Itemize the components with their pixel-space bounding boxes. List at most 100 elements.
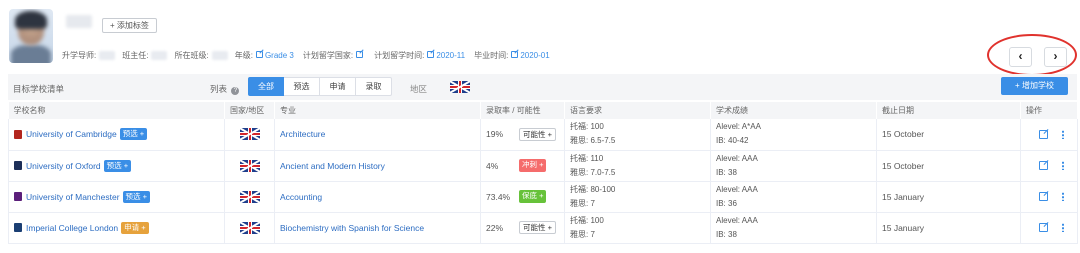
deadline-cell: 15 January bbox=[876, 181, 1021, 213]
chance-badge[interactable]: 可能性 + bbox=[519, 221, 556, 234]
table-row: University of Cambridge 预选 + Architectur… bbox=[8, 119, 1078, 151]
student-name-blurred bbox=[66, 15, 92, 28]
target-school-panel: 目标学校清单 列表 ? 全部 预选 申请 录取 地区 + 增加学校 学校名称 国… bbox=[8, 74, 1078, 246]
toefl-req: 托福: 80-100 bbox=[570, 184, 616, 194]
ib-req: IB: 40-42 bbox=[716, 136, 749, 146]
col-major: 专业 bbox=[274, 102, 481, 119]
admission-rate: 19% bbox=[486, 129, 504, 140]
next-student-button[interactable]: › bbox=[1044, 47, 1067, 67]
country-value[interactable] bbox=[356, 50, 365, 60]
study-time-label: 计划留学时间: bbox=[374, 50, 425, 60]
deadline: 15 January bbox=[882, 191, 925, 202]
school-crest-icon bbox=[14, 223, 22, 232]
student-profile-header: + 添加标签 升学导师: 班主任: 所在班级: 年级: Grade 3 计划留学… bbox=[0, 0, 1080, 76]
class-label: 所在班级: bbox=[174, 50, 209, 60]
major-link[interactable]: Ancient and Modern History bbox=[280, 161, 385, 171]
school-crest-icon bbox=[14, 192, 22, 201]
deadline: 15 October bbox=[882, 160, 925, 171]
rate-cell: 73.4% 保底 + bbox=[480, 181, 565, 213]
col-academic: 学术成绩 bbox=[710, 102, 877, 119]
panel-title: 目标学校清单 bbox=[13, 84, 65, 94]
prev-student-button[interactable]: ‹ bbox=[1009, 47, 1032, 67]
head-teacher-label: 班主任: bbox=[122, 50, 149, 60]
alevel-req: Alevel: AAA bbox=[716, 215, 758, 225]
school-name-link[interactable]: University of Manchester bbox=[26, 192, 120, 202]
chance-badge[interactable]: 可能性 + bbox=[519, 127, 556, 141]
ib-req: IB: 38 bbox=[716, 167, 737, 177]
major-link[interactable]: Accounting bbox=[280, 192, 322, 202]
actions-cell bbox=[1020, 181, 1078, 213]
tab-admitted[interactable]: 录取 bbox=[356, 77, 392, 96]
edit-icon bbox=[255, 50, 263, 58]
academic-cell: Alevel: AAA IB: 38 bbox=[710, 212, 877, 244]
table-row: Imperial College London 申请 + Biochemistr… bbox=[8, 212, 1078, 244]
country-cell bbox=[224, 119, 275, 151]
col-deadline: 截止日期 bbox=[876, 102, 1021, 119]
ielts-req: 雅思: 6.5-7.5 bbox=[570, 136, 616, 146]
uk-flag-icon[interactable] bbox=[450, 81, 470, 93]
help-icon[interactable]: ? bbox=[231, 87, 240, 95]
school-table: 学校名称 国家/地区 专业 录取率 / 可能性 语言要求 学术成绩 截止日期 操… bbox=[8, 102, 1078, 244]
deadline-cell: 15 October bbox=[876, 150, 1021, 182]
ielts-req: 雅思: 7 bbox=[570, 229, 595, 239]
graduation-value[interactable]: 2020-01 bbox=[511, 50, 550, 60]
more-vertical-icon[interactable] bbox=[1062, 161, 1064, 170]
edit-icon[interactable] bbox=[1039, 223, 1048, 232]
add-school-button[interactable]: + 增加学校 bbox=[1001, 77, 1068, 95]
language-cell: 托福: 100 雅思: 7 bbox=[564, 212, 711, 244]
status-badge[interactable]: 申请 + bbox=[121, 221, 149, 234]
add-tag-button[interactable]: + 添加标签 bbox=[102, 18, 157, 33]
graduation-label: 毕业时间: bbox=[474, 50, 509, 60]
deadline-cell: 15 January bbox=[876, 212, 1021, 244]
country-label: 计划留学国家: bbox=[302, 50, 354, 60]
more-vertical-icon[interactable] bbox=[1062, 192, 1064, 201]
grade-value[interactable]: Grade 3 bbox=[255, 50, 294, 60]
rate-cell: 22% 可能性 + bbox=[480, 212, 565, 244]
more-vertical-icon[interactable] bbox=[1062, 129, 1064, 139]
status-badge[interactable]: 预选 + bbox=[103, 159, 132, 172]
col-school-name: 学校名称 bbox=[8, 102, 225, 119]
study-time-value[interactable]: 2020-11 bbox=[427, 50, 465, 60]
toefl-req: 托福: 100 bbox=[570, 215, 604, 225]
ielts-req: 雅思: 7 bbox=[570, 198, 595, 208]
edit-icon[interactable] bbox=[1039, 129, 1048, 139]
student-meta-row: 升学导师: 班主任: 所在班级: 年级: Grade 3 计划留学国家: 计划留… bbox=[62, 49, 559, 61]
tab-preselect[interactable]: 预选 bbox=[284, 77, 320, 96]
country-cell bbox=[224, 150, 275, 182]
school-cell: University of Cambridge 预选 + bbox=[8, 119, 225, 151]
table-header-row: 学校名称 国家/地区 专业 录取率 / 可能性 语言要求 学术成绩 截止日期 操… bbox=[8, 102, 1078, 119]
major-cell: Biochemistry with Spanish for Science bbox=[274, 212, 481, 244]
alevel-req: Alevel: AAA bbox=[716, 184, 758, 194]
chance-badge[interactable]: 保底 + bbox=[519, 190, 547, 203]
uk-flag-icon bbox=[239, 221, 260, 234]
school-name-link[interactable]: University of Oxford bbox=[26, 161, 101, 171]
major-link[interactable]: Biochemistry with Spanish for Science bbox=[280, 223, 424, 233]
admission-rate: 22% bbox=[486, 222, 504, 233]
actions-cell bbox=[1020, 212, 1078, 244]
major-link[interactable]: Architecture bbox=[280, 129, 325, 139]
school-crest-icon bbox=[14, 161, 22, 170]
school-name-link[interactable]: Imperial College London bbox=[26, 223, 118, 233]
col-country: 国家/地区 bbox=[224, 102, 275, 119]
status-badge[interactable]: 预选 + bbox=[122, 190, 151, 203]
uk-flag-icon bbox=[239, 128, 260, 141]
head-teacher-value-blurred bbox=[151, 50, 168, 60]
school-name-link[interactable]: University of Cambridge bbox=[26, 129, 117, 139]
chance-badge[interactable]: 冲刺 + bbox=[519, 159, 547, 172]
edit-icon bbox=[511, 50, 519, 58]
major-cell: Accounting bbox=[274, 181, 481, 213]
edit-icon[interactable] bbox=[1039, 192, 1048, 201]
status-badge[interactable]: 预选 + bbox=[119, 128, 148, 141]
list-label: 列表 ? bbox=[210, 83, 240, 95]
col-language-req: 语言要求 bbox=[564, 102, 711, 119]
status-filter-tabs: 全部 预选 申请 录取 bbox=[248, 77, 392, 96]
tab-apply[interactable]: 申请 bbox=[320, 77, 356, 96]
table-row: University of Manchester 预选 + Accounting… bbox=[8, 181, 1078, 213]
tab-all[interactable]: 全部 bbox=[248, 77, 284, 96]
school-cell: Imperial College London 申请 + bbox=[8, 212, 225, 244]
ielts-req: 雅思: 7.0-7.5 bbox=[570, 167, 616, 177]
edit-icon[interactable] bbox=[1039, 161, 1048, 170]
region-label: 地区 bbox=[410, 84, 428, 94]
more-vertical-icon[interactable] bbox=[1062, 223, 1064, 232]
alevel-req: Alevel: AAA bbox=[716, 153, 758, 163]
